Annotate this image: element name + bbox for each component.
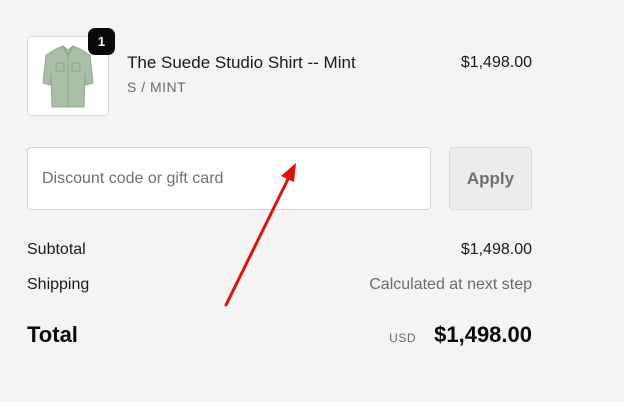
apply-discount-button[interactable]: Apply xyxy=(449,147,532,210)
discount-code-input[interactable] xyxy=(27,147,431,210)
shipping-label: Shipping xyxy=(27,276,90,293)
subtotal-label: Subtotal xyxy=(27,241,86,258)
product-variant: S / MINT xyxy=(127,79,187,95)
order-summary-panel: 1 The Suede Studio Shirt -- Mint S / MIN… xyxy=(0,0,624,402)
subtotal-value: $1,498.00 xyxy=(460,241,532,258)
quantity-badge: 1 xyxy=(88,28,115,55)
total-currency: USD xyxy=(389,331,416,345)
product-name: The Suede Studio Shirt -- Mint xyxy=(127,53,356,72)
product-price: $1,498.00 xyxy=(460,54,532,71)
total-value: $1,498.00 xyxy=(434,322,532,347)
total-label: Total xyxy=(27,322,78,347)
shipping-value: Calculated at next step xyxy=(369,276,532,293)
